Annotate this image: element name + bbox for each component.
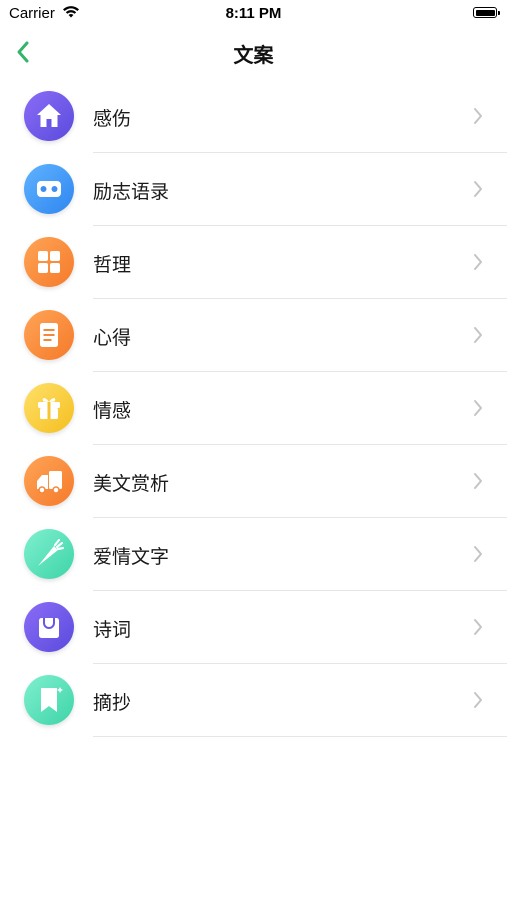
navigation-bar: 文案 [0,28,507,76]
list-item[interactable]: 心得 [0,299,507,372]
list-item-label: 爱情文字 [93,546,170,568]
divider [93,736,507,737]
chevron-right-icon [474,181,482,197]
page-title: 文案 [233,43,274,67]
list-item[interactable]: 摘抄 [0,664,507,737]
list-item-label: 哲理 [93,254,132,276]
list-item[interactable]: 感伤 [0,80,507,153]
list-item-label: 美文赏析 [93,473,170,495]
status-bar: Carrier 8:11 PM [0,0,507,28]
list-item[interactable]: 哲理 [0,226,507,299]
chevron-right-icon [474,692,482,708]
battery-icon [473,7,500,18]
bag-icon [24,602,74,652]
gift-box-icon [24,383,74,433]
bookmark-icon [24,675,74,725]
list-item[interactable]: 美文赏析 [0,445,507,518]
chevron-right-icon [474,400,482,416]
truck-icon [24,456,74,506]
list-item-label: 励志语录 [93,181,170,203]
list-item-label: 诗词 [93,619,132,641]
carrot-icon [24,529,74,579]
chevron-right-icon [474,108,482,124]
vr-glasses-icon [24,164,74,214]
chevron-right-icon [474,327,482,343]
list-item-label: 感伤 [93,108,132,130]
list-item-label: 心得 [93,327,132,349]
list-item[interactable]: 励志语录 [0,153,507,226]
category-list: 感伤 励志语录 哲理 心得 情感 美文赏析 爱情文字 诗词 摘抄 [0,80,507,737]
chevron-right-icon [474,619,482,635]
list-item[interactable]: 情感 [0,372,507,445]
chevron-right-icon [474,546,482,562]
home-icon [24,91,74,141]
list-item-label: 摘抄 [93,692,132,714]
chevron-right-icon [474,254,482,270]
document-icon [24,310,74,360]
grid-icon [24,237,74,287]
chevron-right-icon [474,473,482,489]
list-item[interactable]: 爱情文字 [0,518,507,591]
clock: 8:11 PM [225,5,282,22]
list-item-label: 情感 [93,400,132,422]
list-item[interactable]: 诗词 [0,591,507,664]
